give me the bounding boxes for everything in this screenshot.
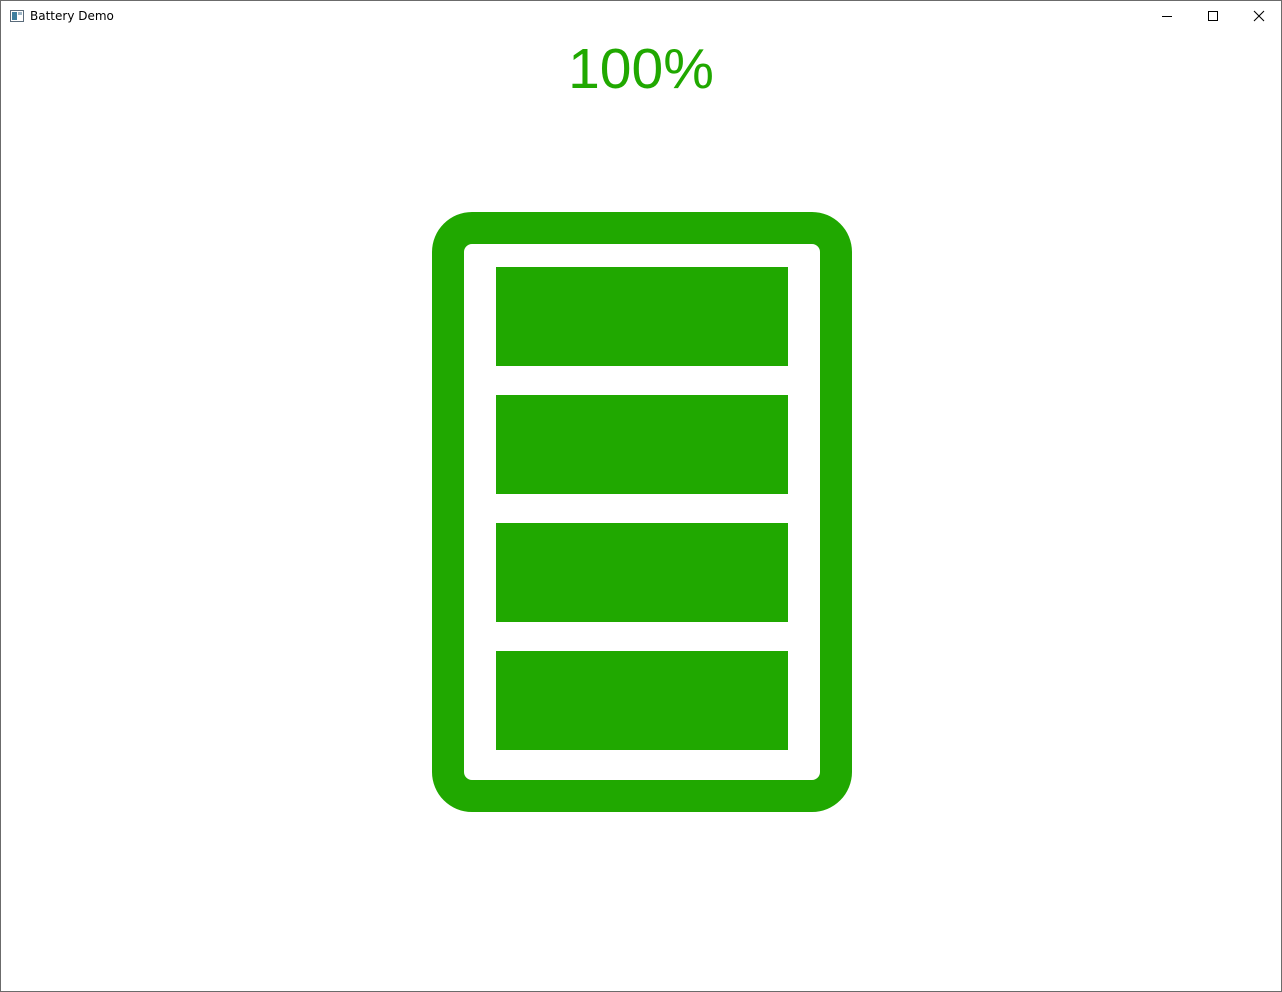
- window-title: Battery Demo: [30, 9, 114, 23]
- battery-segment: [496, 395, 788, 494]
- minimize-icon: [1162, 16, 1172, 17]
- maximize-button[interactable]: [1190, 1, 1236, 31]
- maximize-icon: [1208, 11, 1218, 21]
- battery-segment: [496, 267, 788, 366]
- app-window: Battery Demo 100%: [0, 0, 1282, 992]
- close-button[interactable]: [1236, 1, 1282, 31]
- battery-segments: [496, 267, 788, 750]
- battery-segment: [496, 651, 788, 750]
- battery-percent-label: 100%: [568, 37, 714, 101]
- client-area: 100%: [1, 31, 1281, 991]
- app-icon: [10, 9, 24, 22]
- battery-icon: [432, 212, 852, 812]
- title-bar[interactable]: Battery Demo: [1, 1, 1281, 31]
- close-icon: [1253, 10, 1265, 22]
- battery-segment: [496, 523, 788, 622]
- minimize-button[interactable]: [1144, 1, 1190, 31]
